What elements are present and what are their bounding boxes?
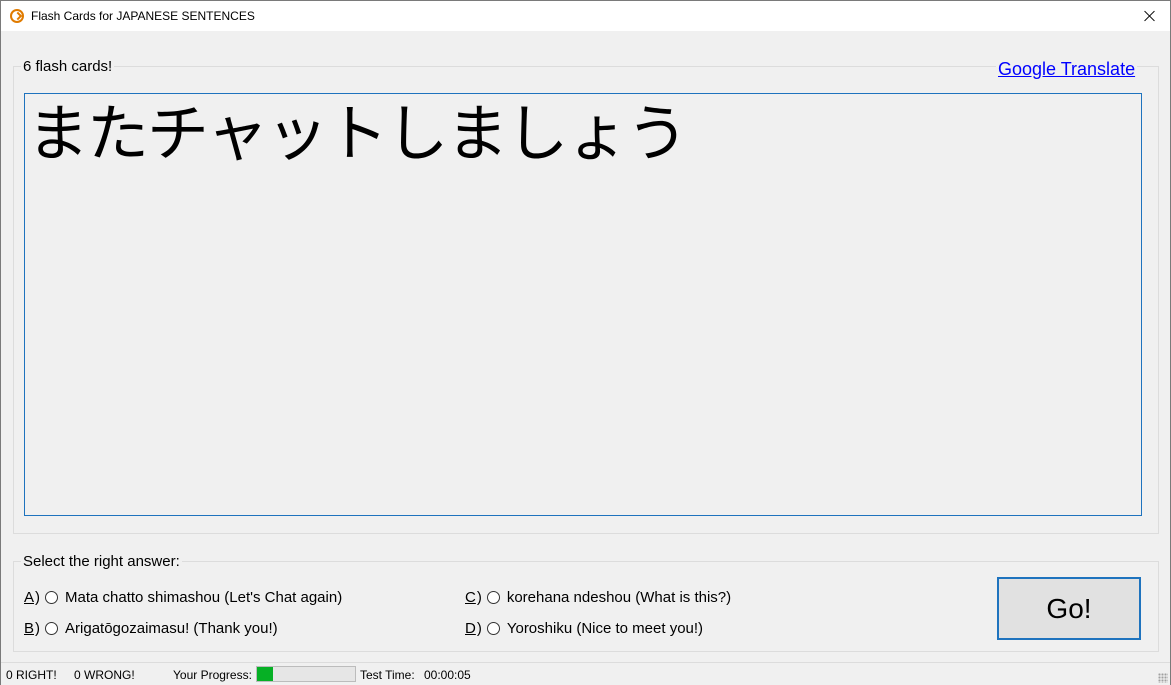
card-count-label: 6 flash cards! (21, 58, 115, 75)
answer-option-c[interactable]: C) korehana ndeshou (What is this?) (465, 589, 731, 606)
option-label: Mata chatto shimashou (Let's Chat again) (65, 589, 343, 606)
option-letter: A (24, 589, 35, 606)
status-bar: 0 RIGHT! 0 WRONG! Your Progress: Test Ti… (1, 662, 1170, 685)
option-label: korehana ndeshou (What is this?) (506, 589, 732, 606)
progress-bar (256, 666, 356, 682)
progress-label: Your Progress: (173, 668, 252, 682)
progress-fill (257, 667, 273, 681)
radio-button[interactable] (45, 591, 59, 604)
flash-card-display: またチャットしましょう (24, 93, 1142, 516)
test-time-value: 00:00:05 (424, 668, 471, 682)
answer-option-a[interactable]: A) Mata chatto shimashou (Let's Chat aga… (24, 589, 342, 606)
google-translate-link[interactable]: Google Translate (996, 59, 1138, 80)
answer-option-d[interactable]: D) Yoroshiku (Nice to meet you!) (465, 620, 703, 637)
answer-option-b[interactable]: B) Arigatōgozaimasu! (Thank you!) (24, 620, 278, 637)
wrong-count: 0 WRONG! (74, 668, 135, 682)
app-play-icon (10, 9, 24, 23)
right-count: 0 RIGHT! (6, 668, 57, 682)
go-button[interactable]: Go! (997, 577, 1141, 640)
answer-group: Select the right answer: (13, 553, 1159, 652)
option-label: Yoroshiku (Nice to meet you!) (506, 620, 704, 637)
title-bar: Flash Cards for JAPANESE SENTENCES (1, 1, 1170, 31)
window-title: Flash Cards for JAPANESE SENTENCES (31, 9, 255, 23)
option-letter: B (24, 620, 35, 637)
radio-button[interactable] (486, 622, 500, 635)
flash-card-text: またチャットしましょう (27, 97, 688, 170)
resize-grip-icon[interactable] (1158, 673, 1168, 683)
radio-button[interactable] (45, 622, 59, 635)
close-icon[interactable] (1130, 1, 1170, 31)
answer-group-legend: Select the right answer: (21, 553, 182, 570)
option-label: Arigatōgozaimasu! (Thank you!) (65, 620, 278, 637)
test-time-label: Test Time: (360, 668, 415, 682)
option-letter: D (465, 620, 476, 637)
radio-button[interactable] (486, 591, 500, 604)
option-letter: C (465, 589, 476, 606)
app-window: Flash Cards for JAPANESE SENTENCES 6 fla… (0, 0, 1171, 685)
